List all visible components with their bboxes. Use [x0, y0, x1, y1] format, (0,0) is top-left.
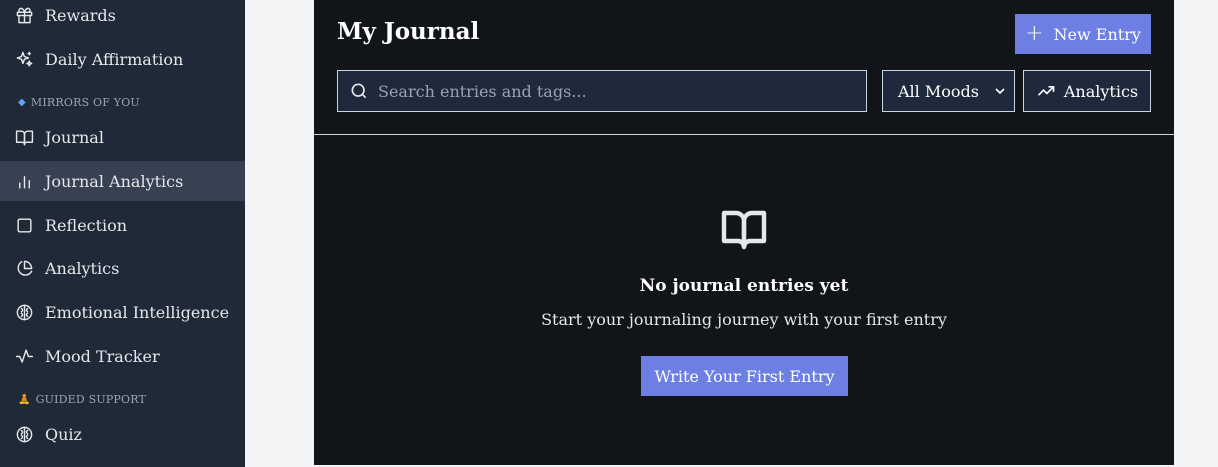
- sidebar-item-label: Journal: [45, 127, 104, 147]
- sidebar-item-daily-affirmation[interactable]: Daily Affirmation: [0, 39, 245, 79]
- section-label: GUIDED SUPPORT: [35, 393, 147, 406]
- gift-icon: [14, 5, 34, 25]
- plus-icon: +: [1025, 21, 1044, 46]
- mood-filter-select[interactable]: All Moods: [882, 70, 1015, 112]
- analytics-label: Analytics: [1063, 81, 1139, 101]
- section-label: MIRRORS OF YOU: [30, 96, 140, 109]
- mood-filter-value: All Moods: [898, 81, 979, 101]
- sidebar-item-label: Mood Tracker: [45, 346, 160, 366]
- write-first-entry-button[interactable]: Write Your First Entry: [641, 356, 848, 396]
- sidebar-item-emotional-intelligence[interactable]: Emotional Intelligence: [0, 292, 245, 332]
- sidebar-item-label: Analytics: [45, 258, 120, 278]
- analytics-button[interactable]: Analytics: [1023, 70, 1151, 112]
- sidebar-item-journal-analytics[interactable]: Journal Analytics: [0, 161, 245, 201]
- sidebar-item-label: Journal Analytics: [45, 171, 184, 191]
- section-header-mirrors-of-you: ◆ MIRRORS OF YOU: [18, 96, 140, 109]
- search-input[interactable]: [378, 81, 848, 101]
- sidebar-item-label: Rewards: [45, 5, 116, 25]
- diamond-icon: ◆: [18, 97, 26, 108]
- sidebar-item-reflection[interactable]: Reflection: [0, 205, 245, 245]
- sidebar-item-rewards[interactable]: Rewards: [0, 0, 245, 35]
- sparkles-icon: [14, 49, 34, 69]
- book-open-icon: [720, 205, 768, 253]
- bar-chart-icon: [14, 171, 34, 191]
- journal-panel: My Journal + New Entry All Moods Analyti…: [314, 0, 1174, 465]
- book-open-icon: [14, 127, 34, 147]
- meditation-icon: 🧘: [18, 394, 31, 405]
- page-title: My Journal: [337, 18, 480, 45]
- sidebar-item-label: Emotional Intelligence: [45, 302, 230, 322]
- journal-header: My Journal + New Entry All Moods Analyti…: [314, 0, 1174, 135]
- sidebar-item-journal[interactable]: Journal: [0, 117, 245, 157]
- sidebar-item-analytics[interactable]: Analytics: [0, 248, 245, 288]
- chevron-down-icon: [992, 83, 1008, 103]
- new-entry-button[interactable]: + New Entry: [1015, 14, 1151, 54]
- brain-icon: [14, 424, 34, 444]
- sidebar: Rewards Daily Affirmation ◆ MIRRORS OF Y…: [0, 0, 245, 467]
- new-entry-label: New Entry: [1053, 24, 1141, 44]
- activity-icon: [14, 346, 34, 366]
- brain-icon: [14, 302, 34, 322]
- trending-up-icon: [1037, 86, 1055, 96]
- section-header-guided-support: 🧘 GUIDED SUPPORT: [18, 393, 146, 406]
- empty-state-subtitle: Start your journaling journey with your …: [541, 310, 947, 329]
- sidebar-item-mood-tracker[interactable]: Mood Tracker: [0, 336, 245, 376]
- sidebar-item-label: Daily Affirmation: [45, 49, 184, 69]
- sidebar-item-quiz[interactable]: Quiz: [0, 414, 245, 454]
- sidebar-item-label: Reflection: [45, 215, 128, 235]
- square-icon: [14, 215, 34, 235]
- pie-chart-icon: [14, 258, 34, 278]
- sidebar-item-label: Quiz: [45, 424, 82, 444]
- empty-state-title: No journal entries yet: [639, 276, 849, 296]
- search-icon: [351, 83, 367, 99]
- search-box: [337, 70, 867, 112]
